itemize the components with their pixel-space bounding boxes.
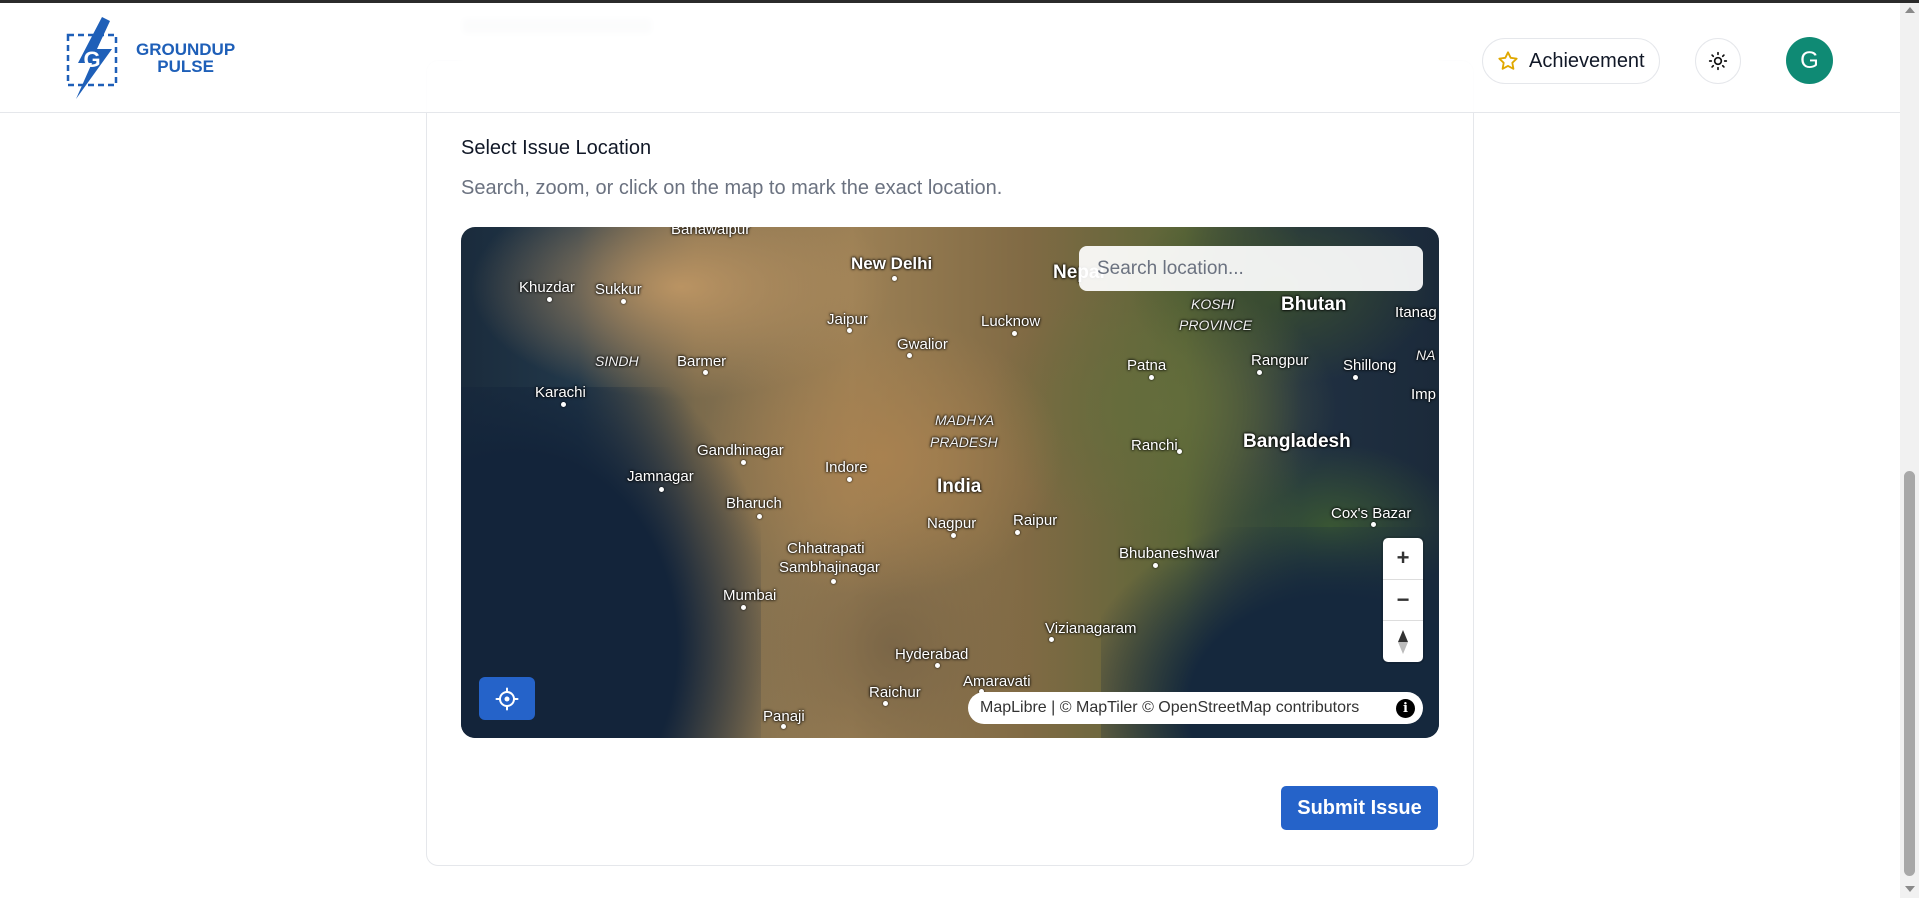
logo-line-1: GROUNDUP xyxy=(136,40,236,59)
top-navbar: G GROUNDUP PULSE Achievement G xyxy=(0,3,1900,113)
map-dot xyxy=(951,533,956,538)
map-dot xyxy=(831,579,836,584)
map-dot xyxy=(935,663,940,668)
theme-toggle-button[interactable] xyxy=(1695,38,1741,84)
locate-me-button[interactable] xyxy=(479,677,535,720)
map-dot xyxy=(621,299,626,304)
achievement-label: Achievement xyxy=(1529,49,1645,72)
map-label: Karachi xyxy=(535,384,586,401)
map-label: Itanag xyxy=(1395,304,1437,321)
map-search-input[interactable] xyxy=(1079,246,1423,291)
map-label: Sukkur xyxy=(595,281,642,298)
scroll-down-arrow-icon[interactable] xyxy=(1905,886,1915,892)
map-dot xyxy=(907,353,912,358)
compass-icon xyxy=(1398,629,1408,654)
map-label: Imp xyxy=(1411,386,1437,403)
map-zoom-control: + − xyxy=(1383,538,1423,662)
svg-text:G: G xyxy=(83,47,100,72)
crosshair-icon xyxy=(495,687,519,710)
map-label: Shillong xyxy=(1343,357,1397,374)
map-label: Indore xyxy=(825,459,868,476)
map-dot xyxy=(1353,375,1358,380)
map-label: Raipur xyxy=(1013,512,1058,529)
map-dot xyxy=(1049,637,1054,642)
map-label: Bhutan xyxy=(1281,294,1347,315)
map-label: Raichur xyxy=(869,684,921,701)
map-dot xyxy=(703,370,708,375)
map-dot xyxy=(847,328,852,333)
reset-north-button[interactable] xyxy=(1383,621,1423,662)
map-dot xyxy=(1149,375,1154,380)
scrollbar-thumb[interactable] xyxy=(1904,471,1915,876)
map-dot xyxy=(847,477,852,482)
map-label: Chhatrapati xyxy=(787,540,865,557)
map-label: India xyxy=(937,476,982,497)
map-label: NA xyxy=(1416,347,1436,363)
map-dot xyxy=(892,276,897,281)
map-label: Bhubaneshwar xyxy=(1119,545,1220,562)
map-label: Cox's Bazar xyxy=(1331,505,1412,522)
map-dot xyxy=(1371,522,1376,527)
map-label: Vizianagaram xyxy=(1045,620,1137,637)
section-title: Select Issue Location xyxy=(461,137,652,159)
info-icon[interactable]: i xyxy=(1396,699,1415,718)
map-dot xyxy=(1153,563,1158,568)
map-dot xyxy=(547,297,552,302)
map-label: Rangpur xyxy=(1251,352,1309,369)
map-dot xyxy=(1177,449,1182,454)
map-label: MADHYA xyxy=(935,412,995,428)
vertical-scrollbar[interactable] xyxy=(1900,3,1919,898)
map-label: Lucknow xyxy=(981,313,1041,330)
logo-text: GROUNDUP PULSE xyxy=(136,41,235,75)
map-label: Jaipur xyxy=(827,311,868,328)
map-label: Barmer xyxy=(677,353,727,370)
achievement-button[interactable]: Achievement xyxy=(1482,38,1660,84)
scroll-up-arrow-icon[interactable] xyxy=(1905,7,1915,13)
map-attribution: MapLibre | © MapTiler © OpenStreetMap co… xyxy=(968,692,1423,724)
logo-line-2: PULSE xyxy=(157,57,214,76)
map-label: KOSHI xyxy=(1191,296,1235,312)
map-dot xyxy=(1012,331,1017,336)
map-label: Hyderabad xyxy=(895,646,969,663)
map-label: Gwalior xyxy=(897,336,948,353)
map-label: Jamnagar xyxy=(627,468,694,485)
map-label: New Delhi xyxy=(851,254,933,273)
zoom-in-button[interactable]: + xyxy=(1383,538,1423,580)
map-label: Bangladesh xyxy=(1243,431,1351,452)
map-dot xyxy=(741,460,746,465)
zoom-out-button[interactable]: − xyxy=(1383,580,1423,622)
map-label: Patna xyxy=(1127,357,1167,374)
map-label: Panaji xyxy=(763,708,805,725)
map-dot xyxy=(741,605,746,610)
map-label: Khuzdar xyxy=(519,279,575,296)
map-label: Gandhinagar xyxy=(697,442,784,459)
map-label: Nagpur xyxy=(927,515,977,532)
map-dot xyxy=(883,701,888,706)
sun-icon xyxy=(1708,51,1728,71)
section-subtitle: Search, zoom, or click on the map to mar… xyxy=(461,177,1003,199)
map-dot xyxy=(757,514,762,519)
logo[interactable]: G GROUNDUP PULSE xyxy=(64,15,235,101)
map-canvas[interactable]: Bahawalpur New Delhi Nepal Khuzdar Sukku… xyxy=(461,227,1439,738)
attribution-text: MapLibre | © MapTiler © OpenStreetMap co… xyxy=(980,699,1360,716)
map-label: PRADESH xyxy=(930,434,998,450)
map-label: SINDH xyxy=(595,353,639,369)
map-label: Sambhajinagar xyxy=(779,559,880,576)
map-dot xyxy=(1015,530,1020,535)
map-dot xyxy=(781,724,786,729)
map-dot xyxy=(1257,370,1262,375)
logo-bolt-icon: G xyxy=(66,17,118,99)
map-label: PROVINCE xyxy=(1179,317,1253,333)
map-label: Bahawalpur xyxy=(671,227,751,238)
map-label: Bharuch xyxy=(726,495,782,512)
map-label: Ranchi xyxy=(1131,437,1178,454)
map-dot xyxy=(659,487,664,492)
avatar[interactable]: G xyxy=(1786,37,1833,84)
map-label: Mumbai xyxy=(723,587,777,604)
star-icon xyxy=(1498,51,1518,70)
map-dot xyxy=(561,402,566,407)
map-label: Amaravati xyxy=(963,673,1031,690)
submit-issue-button[interactable]: Submit Issue xyxy=(1281,786,1438,830)
